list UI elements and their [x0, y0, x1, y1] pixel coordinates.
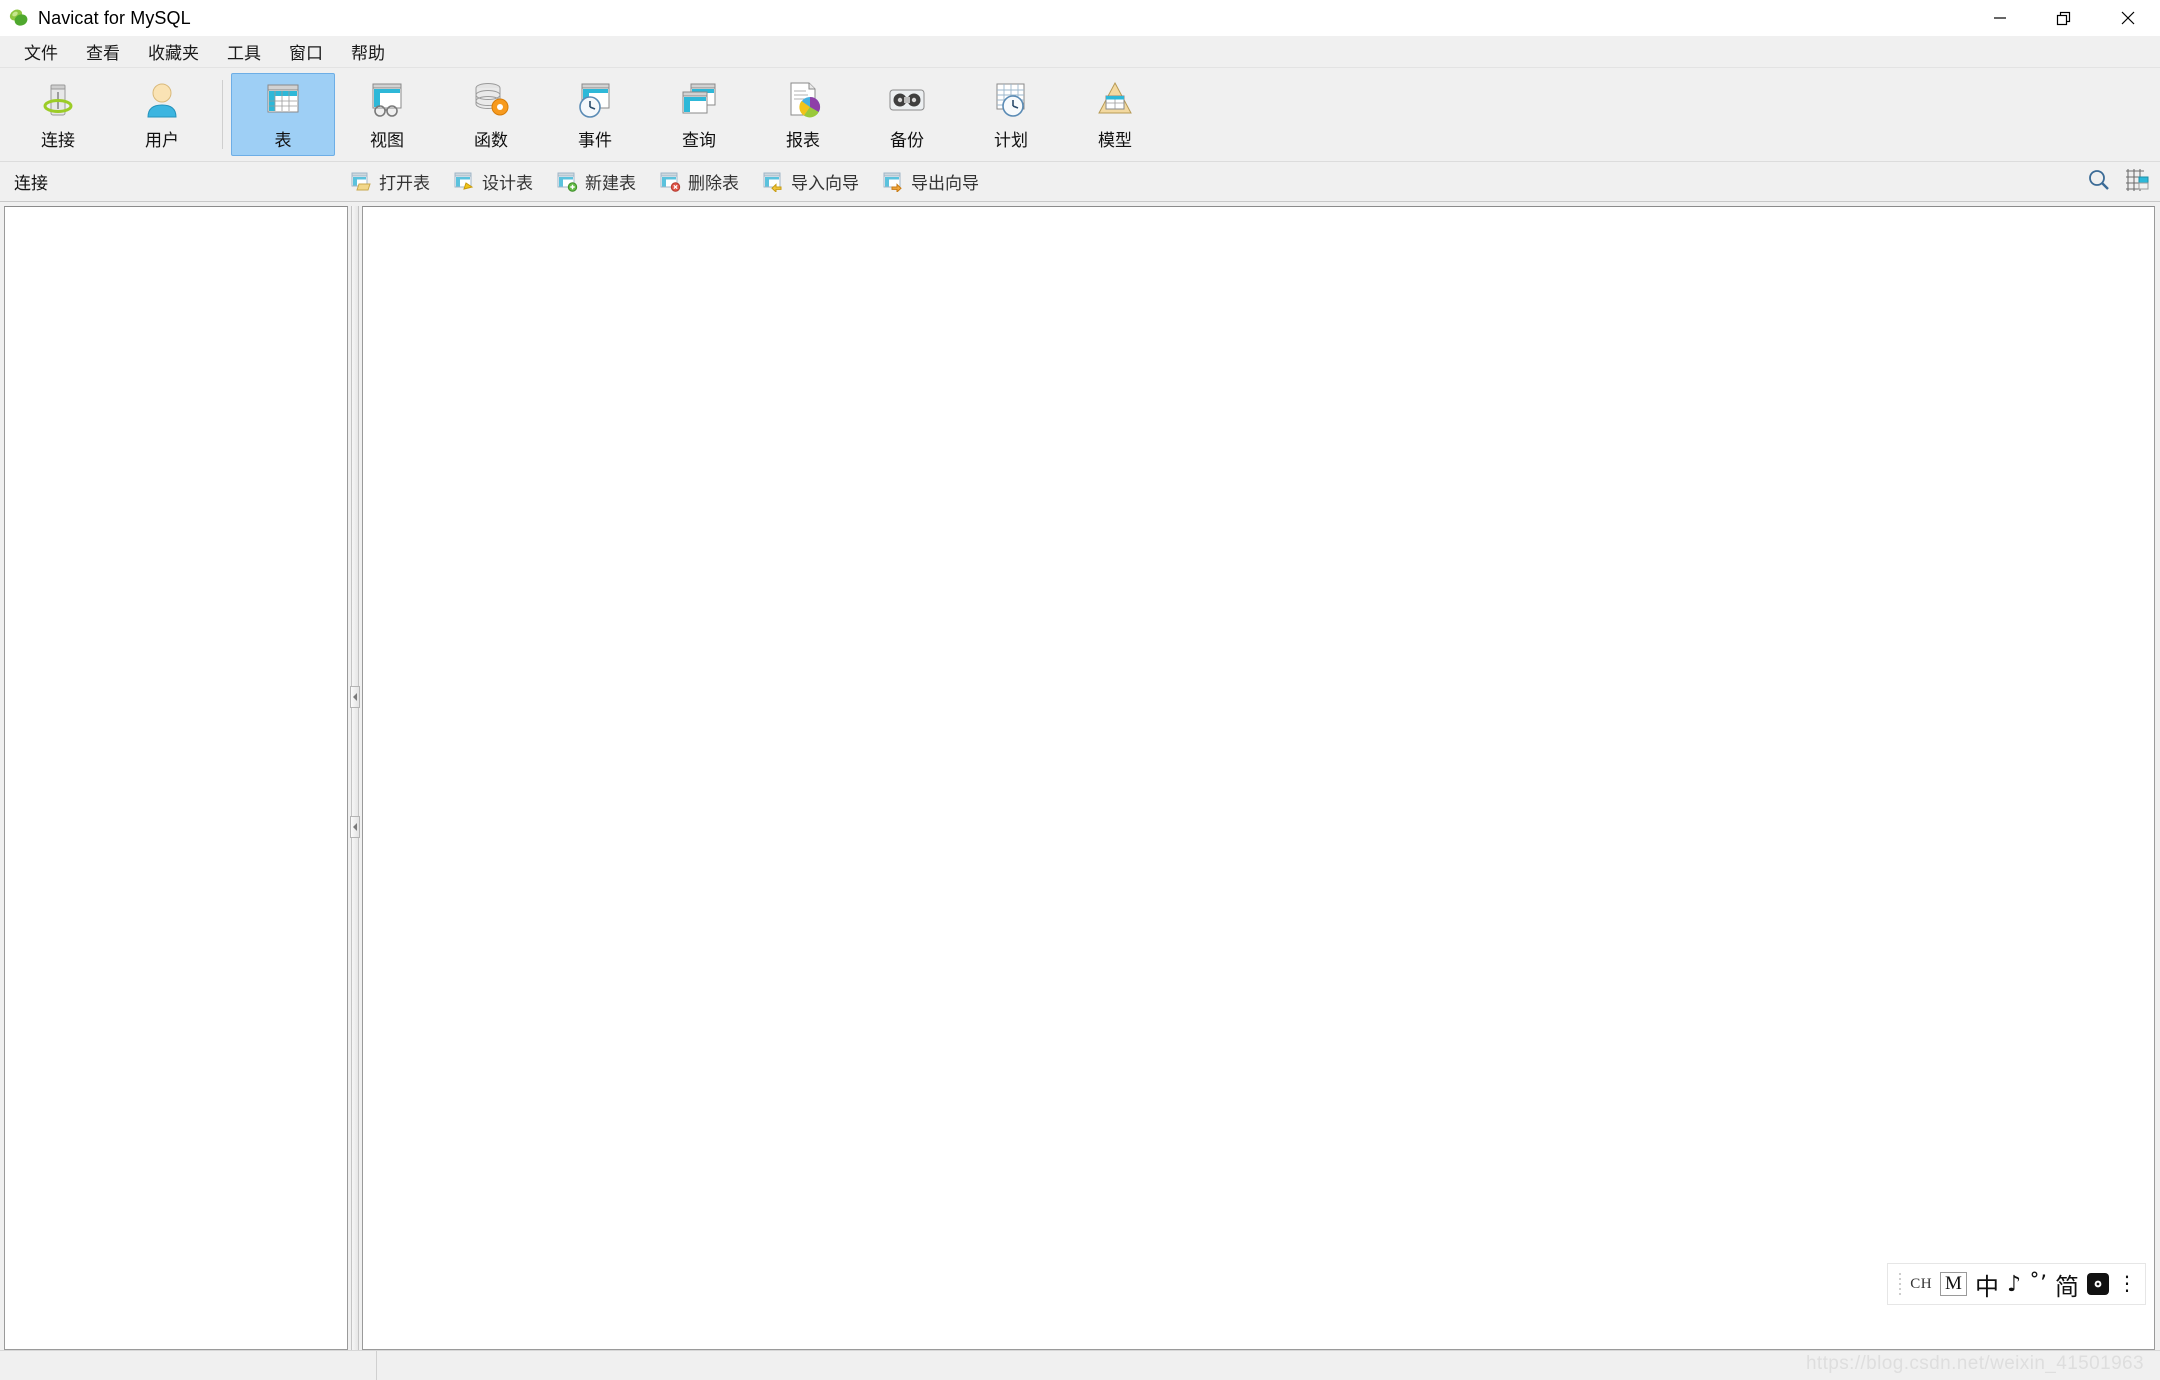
toolbar-button-user[interactable]: 用户	[110, 73, 214, 156]
toolbar-label-query: 查询	[682, 130, 716, 150]
backup-icon	[885, 79, 929, 121]
toolbar-button-function[interactable]: 函数	[439, 73, 543, 156]
import-wizard-button[interactable]: 导入向导	[752, 166, 870, 197]
toolbar-label-schedule: 计划	[994, 130, 1028, 150]
main-toolbar: 连接 用户 表 视图 函数 事件 查询 报表 备份 计划 模型	[0, 68, 2160, 162]
toolbar-button-report[interactable]: 报表	[751, 73, 855, 156]
object-list-panel[interactable]: CH M 中 ♪ ˚’ 简 ⋮	[362, 206, 2155, 1350]
toolbar-label-view: 视图	[370, 130, 404, 150]
ime-floating-bar[interactable]: CH M 中 ♪ ˚’ 简 ⋮	[1887, 1263, 2146, 1305]
report-icon	[781, 79, 825, 121]
search-icon[interactable]	[2086, 167, 2112, 198]
delete-table-label: 删除表	[688, 174, 739, 193]
title-bar: Navicat for MySQL	[0, 0, 2160, 36]
ime-more-button[interactable]: ⋮	[2117, 1274, 2137, 1294]
menu-item-tools[interactable]: 工具	[213, 35, 275, 68]
connection-icon	[36, 79, 80, 121]
toolbar-button-event[interactable]: 事件	[543, 73, 647, 156]
design-table-icon	[454, 172, 476, 192]
ime-drag-handle[interactable]	[1898, 1271, 1902, 1297]
delete-table-button[interactable]: 删除表	[649, 166, 750, 197]
open-table-label: 打开表	[379, 174, 430, 193]
export-wizard-label: 导出向导	[911, 174, 979, 193]
connection-tree-panel[interactable]	[4, 206, 348, 1350]
close-button[interactable]	[2096, 0, 2160, 36]
new-table-button[interactable]: 新建表	[546, 166, 647, 197]
toolbar-label-user: 用户	[145, 130, 179, 150]
ime-language-label[interactable]: CH	[1910, 1276, 1932, 1293]
subtoolbar-right-tools	[2086, 162, 2154, 202]
toolbar-button-model[interactable]: 模型	[1063, 73, 1167, 156]
toolbar-label-table: 表	[274, 130, 292, 150]
query-icon	[677, 79, 721, 121]
ime-punctuation-toggle[interactable]: ♪	[2007, 1272, 2021, 1297]
toolbar-label-function: 函数	[474, 130, 508, 150]
object-toolbar: 连接 打开表 设计表 新建表 删除表 导入向导 导出向导	[0, 162, 2160, 202]
workspace: CH M 中 ♪ ˚’ 简 ⋮	[0, 202, 2160, 1350]
design-table-button[interactable]: 设计表	[443, 166, 544, 197]
toolbar-label-connection: 连接	[41, 130, 75, 150]
ime-simplified-toggle[interactable]: 简	[2055, 1267, 2079, 1302]
menu-item-help[interactable]: 帮助	[337, 35, 399, 68]
design-table-label: 设计表	[482, 174, 533, 193]
toolbar-button-schedule[interactable]: 计划	[959, 73, 1063, 156]
toolbar-label-report: 报表	[786, 130, 820, 150]
view-icon	[365, 79, 409, 121]
menu-item-favorites[interactable]: 收藏夹	[134, 35, 213, 68]
toolbar-separator	[222, 80, 223, 149]
new-table-label: 新建表	[585, 174, 636, 193]
ime-settings-icon[interactable]	[2087, 1273, 2109, 1295]
splitter-collapse-handle-bottom[interactable]	[350, 816, 360, 838]
schedule-icon	[989, 79, 1033, 121]
navicat-leaf-icon	[8, 7, 30, 29]
toolbar-button-connection[interactable]: 连接	[6, 73, 110, 156]
toolbar-label-backup: 备份	[890, 130, 924, 150]
menu-item-window[interactable]: 窗口	[275, 35, 337, 68]
toolbar-label-event: 事件	[578, 130, 612, 150]
window-controls	[1968, 0, 2160, 36]
open-table-button[interactable]: 打开表	[340, 166, 441, 197]
menu-bar: 文件 查看 收藏夹 工具 窗口 帮助	[0, 36, 2160, 68]
status-divider	[376, 1350, 377, 1380]
export-wizard-button[interactable]: 导出向导	[872, 166, 990, 197]
event-icon	[573, 79, 617, 121]
splitter-track[interactable]	[351, 206, 359, 1350]
window-title: Navicat for MySQL	[38, 7, 191, 28]
menu-item-view[interactable]: 查看	[72, 35, 134, 68]
status-cell-left	[0, 1351, 376, 1380]
delete-table-icon	[660, 172, 682, 192]
toolbar-label-model: 模型	[1098, 130, 1132, 150]
ime-chinese-mode-toggle[interactable]: 中	[1975, 1267, 1999, 1302]
status-bar: https://blog.csdn.net/weixin_41501963	[0, 1350, 2160, 1380]
splitter-collapse-handle-top[interactable]	[350, 686, 360, 708]
ime-symbol-toggle[interactable]: ˚’	[2029, 1272, 2047, 1297]
toolbar-button-backup[interactable]: 备份	[855, 73, 959, 156]
model-icon	[1093, 79, 1137, 121]
subtoolbar-section-label: 连接	[14, 174, 48, 193]
open-table-icon	[351, 172, 373, 192]
import-wizard-icon	[763, 172, 785, 193]
navicat-window: Navicat for MySQL 文件 查看 收藏夹 工具 窗口 帮助 连接 …	[0, 0, 2160, 1380]
restore-button[interactable]	[2032, 0, 2096, 36]
panel-splitter[interactable]	[348, 206, 362, 1350]
user-icon	[140, 79, 184, 121]
watermark-text: https://blog.csdn.net/weixin_41501963	[1805, 1353, 2144, 1374]
function-icon	[469, 79, 513, 121]
toolbar-button-query[interactable]: 查询	[647, 73, 751, 156]
export-wizard-icon	[883, 172, 905, 193]
minimize-button[interactable]	[1968, 0, 2032, 36]
import-wizard-label: 导入向导	[791, 174, 859, 193]
toolbar-button-view[interactable]: 视图	[335, 73, 439, 156]
new-table-icon	[557, 172, 579, 192]
menu-item-file[interactable]: 文件	[10, 35, 72, 68]
toolbar-button-table[interactable]: 表	[231, 73, 335, 156]
table-icon	[261, 79, 305, 121]
ime-mode-badge[interactable]: M	[1940, 1272, 1967, 1296]
grid-view-icon[interactable]	[2124, 167, 2150, 198]
